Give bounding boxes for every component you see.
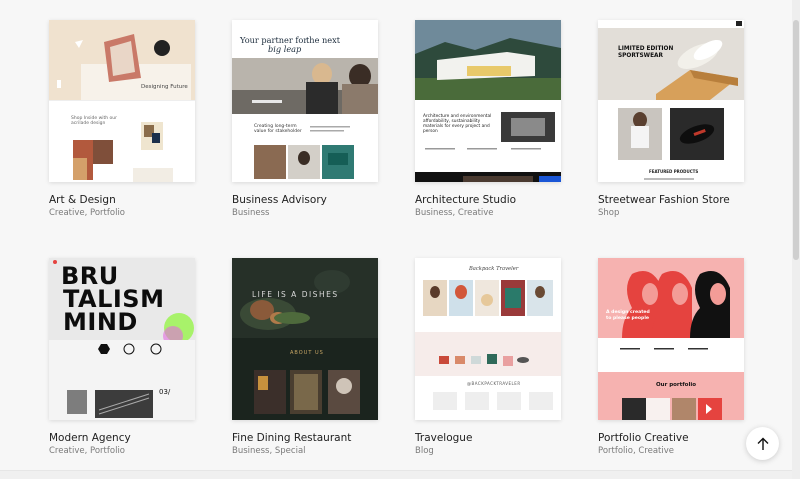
template-title[interactable]: Travelogue (415, 432, 472, 444)
art-caption: Designing Future (141, 84, 188, 90)
template-thumbnail[interactable]: LIFE IS A DISHES ABOUT US (232, 258, 378, 420)
architecture-preview (415, 20, 561, 182)
street-featured: FEATURED PRODUCTS (649, 169, 699, 174)
art-text: Shop Inside with our acrilade design (71, 116, 118, 127)
portfolio-creative-preview (598, 258, 744, 420)
template-category: Business (232, 208, 270, 218)
template-thumbnail[interactable]: BRU TALISM MIND 03/ (49, 258, 195, 420)
template-category: Creative, Portfolio (49, 208, 126, 218)
window-bottom-edge (0, 470, 792, 479)
template-category: Portfolio, Creative (598, 446, 675, 456)
template-thumbnail[interactable]: Designing Future Shop Inside with our ac… (49, 20, 195, 182)
template-thumbnail[interactable]: Backpack Traveler @BACKPACKTRAVELER (415, 258, 561, 420)
agency-word-3: MIND (63, 308, 138, 336)
scroll-to-top-button[interactable] (746, 427, 779, 460)
template-thumbnail[interactable]: Your partner for the next big leap Creat… (232, 20, 378, 182)
arch-text: Architecture and environmental affordabi… (423, 114, 492, 135)
dining-about: ABOUT US (290, 350, 324, 356)
template-category: Business, Creative (415, 208, 494, 218)
template-thumbnail[interactable]: Architecture and environmental affordabi… (415, 20, 561, 182)
streetwear-preview (598, 20, 744, 182)
fine-dining-preview (232, 258, 378, 420)
vertical-scrollbar[interactable] (792, 0, 800, 479)
template-thumbnail[interactable]: A design created to please people Our po… (598, 258, 744, 420)
template-title[interactable]: Modern Agency (49, 432, 131, 444)
template-title[interactable]: Business Advisory (232, 194, 327, 206)
template-category: Shop (598, 208, 620, 218)
travel-insta: @BACKPACKTRAVELER (467, 381, 521, 386)
template-title[interactable]: Streetwear Fashion Store (598, 194, 730, 206)
template-title[interactable]: Art & Design (49, 194, 116, 206)
business-headline-3: big leap (268, 44, 302, 54)
template-category: Business, Special (232, 446, 306, 456)
street-headline-1: LIMITED EDITION (618, 46, 674, 52)
scrollbar-thumb[interactable] (793, 20, 799, 260)
business-text: Creating long-term value for stakeholder (254, 124, 302, 135)
street-headline-2: SPORTSWEAR (618, 53, 663, 59)
portfolio-text: A design created to please people (606, 310, 650, 321)
business-headline-2: the next (306, 35, 341, 45)
template-gallery-page: Designing Future Shop Inside with our ac… (0, 0, 800, 479)
agency-counter: 03/ (159, 388, 171, 396)
travel-logo: Backpack Traveler (469, 266, 519, 272)
travelogue-preview (415, 258, 561, 420)
template-title[interactable]: Architecture Studio (415, 194, 516, 206)
art-design-preview (49, 20, 195, 182)
template-title[interactable]: Portfolio Creative (598, 432, 689, 444)
template-category: Blog (415, 446, 434, 456)
template-title[interactable]: Fine Dining Restaurant (232, 432, 351, 444)
template-thumbnail[interactable]: LIMITED EDITION SPORTSWEAR FEATURED PROD… (598, 20, 744, 182)
portfolio-section: Our portfolio (656, 382, 696, 388)
template-category: Creative, Portfolio (49, 446, 126, 456)
dining-title: LIFE IS A DISHES (252, 290, 339, 299)
arrow-up-icon (757, 437, 768, 450)
